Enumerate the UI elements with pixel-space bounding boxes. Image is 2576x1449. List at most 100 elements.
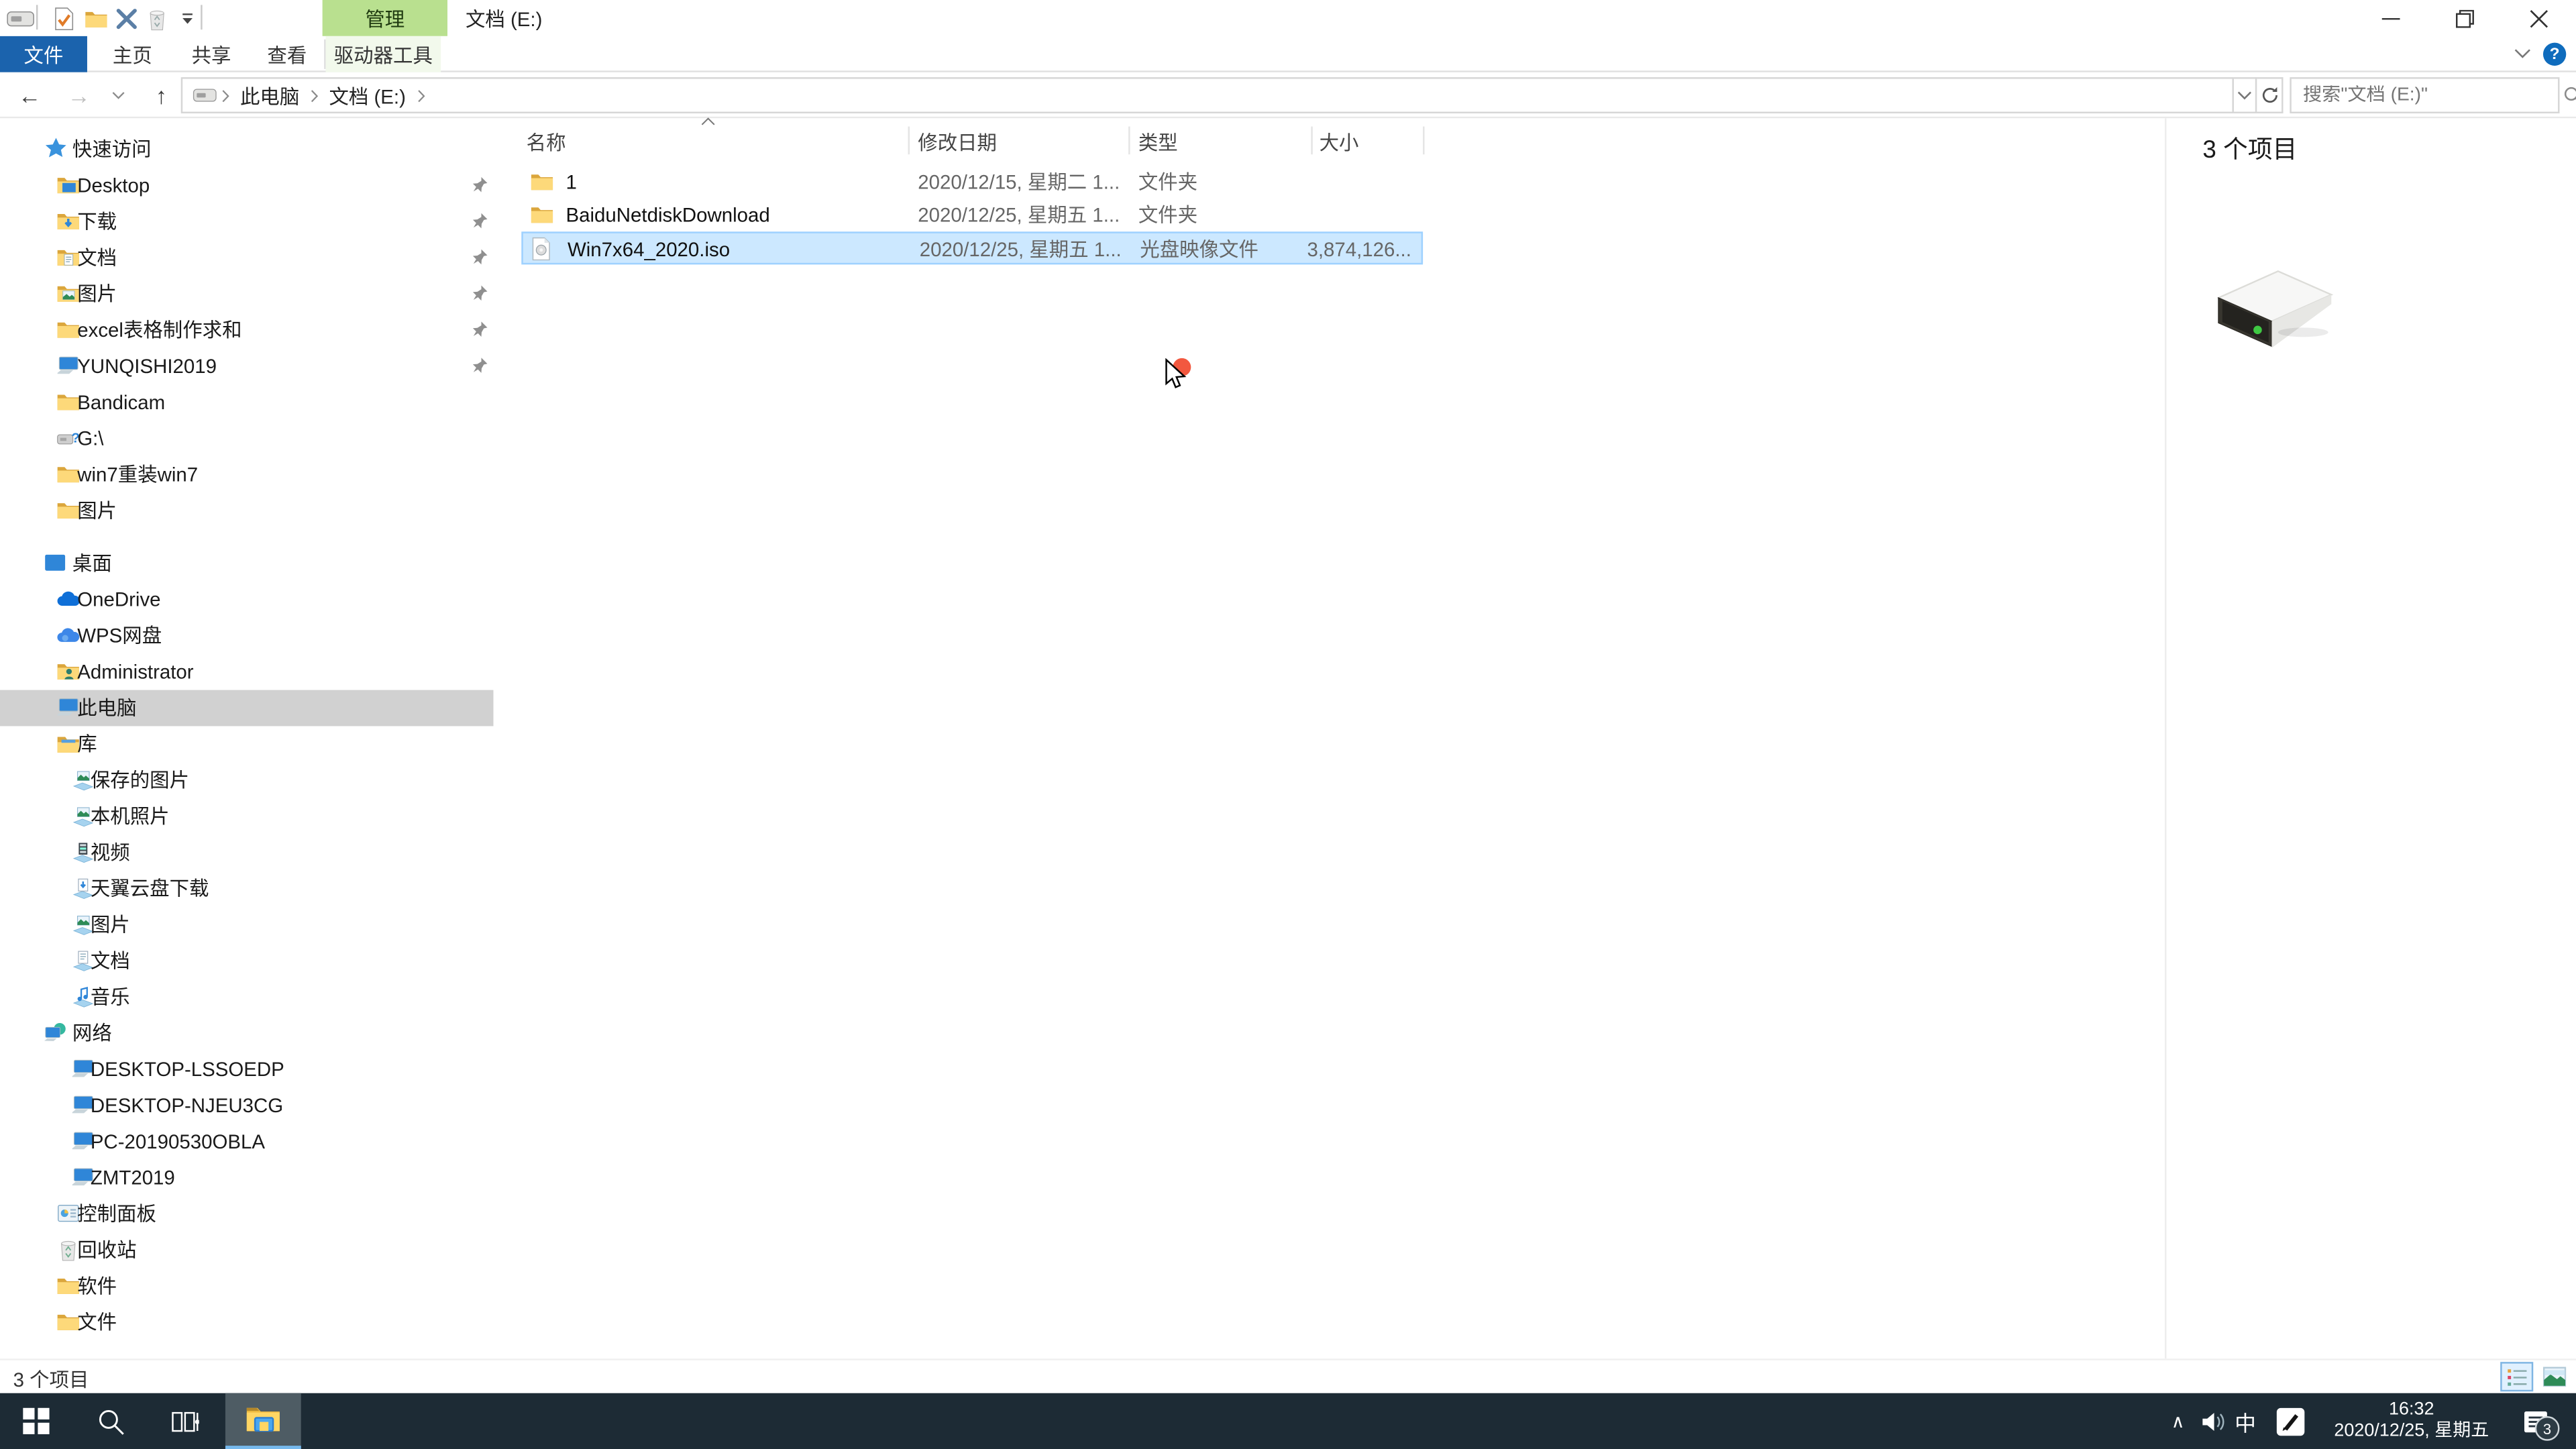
sidebar-item-9[interactable]: win7重装win7 bbox=[0, 457, 494, 493]
sidebar-item-label: 软件 bbox=[77, 1269, 117, 1305]
thumbnail-view-button[interactable] bbox=[2538, 1362, 2571, 1391]
column-divider[interactable] bbox=[1128, 127, 1130, 155]
sidebar-item-31[interactable]: 软件 bbox=[0, 1269, 494, 1305]
help-icon[interactable]: ? bbox=[2543, 43, 2566, 66]
sidebar-item-23[interactable]: 音乐 bbox=[0, 979, 494, 1016]
tab-2[interactable]: 共享 bbox=[172, 36, 250, 72]
column-header-2[interactable]: 类型 bbox=[1138, 128, 1178, 156]
qat-dropdown-icon-icon bbox=[178, 7, 195, 32]
sidebar-item-22[interactable]: 文档 bbox=[0, 943, 494, 979]
column-header-1[interactable]: 修改日期 bbox=[918, 128, 997, 156]
sidebar-item-8[interactable]: ?G:\ bbox=[0, 421, 494, 457]
collapse-ribbon-icon[interactable] bbox=[2514, 48, 2532, 59]
sidebar-item-14[interactable]: Administrator bbox=[0, 654, 494, 690]
action-center-icon[interactable]: 3 bbox=[2510, 1393, 2560, 1449]
folder-icon bbox=[530, 169, 555, 195]
ime-pen-icon[interactable] bbox=[2270, 1393, 2310, 1449]
sidebar-item-29[interactable]: 控制面板 bbox=[0, 1196, 494, 1232]
sidebar-item-26[interactable]: DESKTOP-NJEU3CG bbox=[0, 1087, 494, 1124]
qat-qat-dropdown-icon[interactable] bbox=[176, 5, 197, 33]
sidebar-item-25[interactable]: DESKTOP-LSSOEDP bbox=[0, 1051, 494, 1087]
tab-3[interactable]: 查看 bbox=[250, 36, 324, 72]
contextual-tab-header[interactable]: 管理 bbox=[323, 0, 447, 36]
star-icon bbox=[43, 136, 69, 162]
sidebar-item-3[interactable]: 文档 bbox=[0, 240, 494, 276]
sidebar-item-20[interactable]: 天翼云盘下载 bbox=[0, 871, 494, 907]
sidebar-item-6[interactable]: YUNQISHI2019 bbox=[0, 348, 494, 384]
column-divider[interactable] bbox=[1311, 127, 1312, 155]
sort-ascending-icon[interactable] bbox=[701, 117, 716, 127]
search-icon[interactable] bbox=[2563, 85, 2576, 105]
column-divider[interactable] bbox=[1423, 127, 1424, 155]
sidebar-item-28[interactable]: ZMT2019 bbox=[0, 1160, 494, 1196]
sidebar-item-11[interactable]: 桌面 bbox=[0, 545, 494, 582]
forward-button[interactable]: → bbox=[62, 79, 95, 112]
sidebar-item-12[interactable]: OneDrive bbox=[0, 582, 494, 618]
breadcrumb-item-0[interactable]: 此电脑 bbox=[233, 79, 306, 112]
sidebar-item-27[interactable]: PC-20190530OBLA bbox=[0, 1124, 494, 1160]
column-header-0[interactable]: 名称 bbox=[527, 128, 566, 156]
sidebar-item-18[interactable]: 本机照片 bbox=[0, 798, 494, 835]
tab-drive-tools[interactable]: 驱动器工具 bbox=[326, 36, 441, 72]
explorer-window-icon-icon bbox=[6, 7, 34, 32]
sidebar-item-24[interactable]: 网络 bbox=[0, 1015, 494, 1051]
sidebar-item-1[interactable]: Desktop bbox=[0, 168, 494, 204]
restore-button[interactable] bbox=[2428, 0, 2502, 36]
qat-new-folder-icon[interactable] bbox=[80, 5, 110, 33]
preview-pane: 3 个项目 bbox=[2165, 118, 2576, 1358]
sidebar-item-17[interactable]: 保存的图片 bbox=[0, 762, 494, 798]
file-row-1[interactable]: BaiduNetdiskDownload2020/12/25, 星期五 1...… bbox=[521, 199, 1423, 231]
task-view-icon[interactable] bbox=[148, 1393, 221, 1449]
drive-icon bbox=[2206, 260, 2341, 355]
sidebar-item-label: 文档 bbox=[77, 240, 117, 276]
refresh-icon[interactable] bbox=[2257, 77, 2283, 113]
breadcrumb-chevron-icon[interactable] bbox=[416, 88, 426, 103]
address-dropdown-icon[interactable] bbox=[2234, 77, 2257, 113]
sidebar-item-5[interactable]: excel表格制作求和 bbox=[0, 312, 494, 348]
sidebar-item-19[interactable]: 视频 bbox=[0, 835, 494, 871]
sidebar-item-32[interactable]: 文件 bbox=[0, 1304, 494, 1340]
file-row-0[interactable]: 12020/12/15, 星期二 1...文件夹 bbox=[521, 166, 1423, 199]
breadcrumb-chevron-icon[interactable] bbox=[309, 88, 319, 103]
search-input[interactable] bbox=[2292, 85, 2563, 105]
sidebar-item-0[interactable]: 快速访问 bbox=[0, 131, 494, 168]
qat-properties-check-icon[interactable] bbox=[50, 5, 78, 33]
sidebar-item-10[interactable]: 图片 bbox=[0, 493, 494, 529]
back-button[interactable]: ← bbox=[13, 79, 46, 112]
sidebar-item-label: Bandicam bbox=[77, 384, 165, 421]
column-divider[interactable] bbox=[908, 127, 910, 155]
sidebar-item-4[interactable]: 图片 bbox=[0, 276, 494, 312]
taskbar-clock[interactable]: 16:32 2020/12/25, 星期五 bbox=[2316, 1393, 2507, 1449]
column-header-3[interactable]: 大小 bbox=[1320, 128, 1359, 156]
start-button[interactable] bbox=[0, 1393, 72, 1449]
sidebar-item-13[interactable]: WPS网盘 bbox=[0, 618, 494, 654]
file-row-2[interactable]: Win7x64_2020.iso2020/12/25, 星期五 1...光盘映像… bbox=[521, 231, 1423, 264]
volume-icon[interactable] bbox=[2198, 1393, 2231, 1449]
sidebar-item-2[interactable]: 下载 bbox=[0, 204, 494, 240]
up-button[interactable]: ↑ bbox=[145, 79, 178, 112]
taskbar-search-icon[interactable] bbox=[74, 1393, 146, 1449]
sidebar-item-21[interactable]: 图片 bbox=[0, 907, 494, 943]
recent-locations-icon[interactable] bbox=[102, 79, 135, 112]
status-item-count: 3 个项目 bbox=[13, 1365, 89, 1393]
qat-recycle-bin-icon[interactable] bbox=[143, 5, 169, 33]
search-box[interactable] bbox=[2290, 77, 2559, 113]
breadcrumb-item-1[interactable]: 文档 (E:) bbox=[323, 79, 413, 112]
taskbar-explorer-button[interactable] bbox=[225, 1393, 301, 1449]
sidebar-item-30[interactable]: 回收站 bbox=[0, 1232, 494, 1269]
qat-delete-x-icon[interactable] bbox=[112, 5, 140, 33]
minimize-button[interactable] bbox=[2354, 0, 2428, 36]
pin-icon bbox=[470, 212, 490, 231]
close-button[interactable] bbox=[2502, 0, 2576, 36]
sidebar-item-label: win7重装win7 bbox=[77, 457, 198, 493]
breadcrumb-chevron-icon[interactable] bbox=[221, 88, 231, 103]
details-view-button[interactable] bbox=[2500, 1362, 2533, 1391]
address-bar[interactable]: 此电脑文档 (E:) bbox=[181, 77, 2234, 113]
tab-1[interactable]: 主页 bbox=[94, 36, 171, 72]
tab-0[interactable]: 文件 bbox=[0, 36, 87, 72]
sidebar-item-7[interactable]: Bandicam bbox=[0, 384, 494, 421]
sidebar-item-16[interactable]: 库 bbox=[0, 726, 494, 762]
sidebar-item-15[interactable]: 此电脑 bbox=[0, 690, 494, 727]
ime-language-indicator[interactable]: 中 bbox=[2231, 1393, 2260, 1449]
tray-expand-icon[interactable]: ∧ bbox=[2163, 1393, 2193, 1449]
